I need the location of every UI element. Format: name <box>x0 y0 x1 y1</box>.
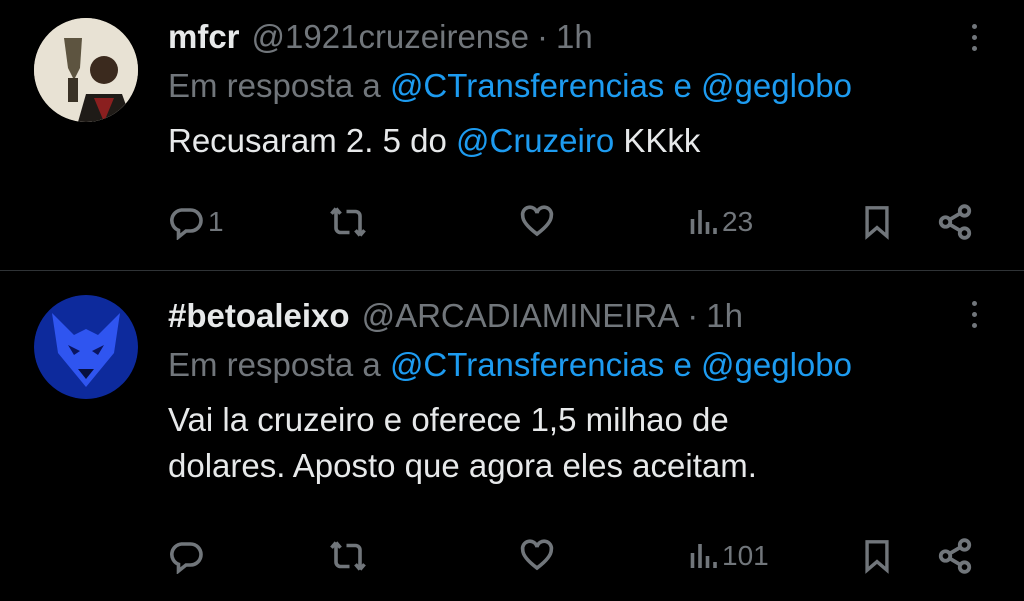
share-icon <box>938 204 972 240</box>
tweet-text-part: KKkk <box>614 122 701 159</box>
bookmark-button[interactable] <box>860 202 894 242</box>
bookmark-icon <box>865 540 889 574</box>
display-name[interactable]: #betoaleixo <box>168 297 350 335</box>
reply-prefix: Em resposta a <box>168 346 381 383</box>
tweet-content: mfcr @1921cruzeirense · 1h Em resposta a… <box>168 14 984 164</box>
avatar-image <box>34 295 138 399</box>
reply-context: Em resposta a @CTransferencias e @geglob… <box>168 339 984 391</box>
bookmark-button[interactable] <box>860 536 894 576</box>
views-icon <box>690 210 717 234</box>
mention-cruzeiro[interactable]: @Cruzeiro <box>456 122 614 159</box>
reply-button[interactable] <box>168 536 208 576</box>
share-icon <box>938 538 972 574</box>
views-count: 101 <box>722 540 769 571</box>
display-name[interactable]: mfcr <box>168 18 240 56</box>
reply-mention-ctransferencias[interactable]: @CTransferencias <box>390 67 664 104</box>
timestamp[interactable]: 1h <box>706 297 743 335</box>
reply-icon <box>170 542 203 574</box>
reply-mention-geglobo[interactable]: @geglobo <box>701 67 852 104</box>
reply-button[interactable]: 1 <box>168 202 224 242</box>
tweet-text-line: Vai la cruzeiro e oferece 1,5 milhao de <box>168 401 729 438</box>
retweet-icon <box>330 207 366 237</box>
retweet-button[interactable] <box>328 202 372 242</box>
share-button[interactable] <box>936 536 974 576</box>
views-button[interactable]: 101 <box>688 536 769 576</box>
separator-dot: · <box>537 18 549 55</box>
share-button[interactable] <box>936 202 974 242</box>
user-handle[interactable]: @ARCADIAMINEIRA <box>362 297 680 335</box>
heart-icon <box>520 205 554 237</box>
tweet-text: Recusaram 2. 5 do @Cruzeiro KKkk <box>168 118 984 164</box>
tweet[interactable]: #betoaleixo @ARCADIAMINEIRA · 1h Em resp… <box>0 271 1024 601</box>
views-button[interactable]: 23 <box>688 202 753 242</box>
avatar-image <box>34 18 138 122</box>
bookmark-icon <box>865 206 889 240</box>
tweet-text-part: Recusaram 2. 5 do <box>168 122 456 159</box>
tweet-text-line: dolares. Aposto que agora eles aceitam. <box>168 447 757 484</box>
views-count: 23 <box>722 206 754 237</box>
tweet-header: mfcr @1921cruzeirense · 1h <box>168 14 984 60</box>
tweet[interactable]: mfcr @1921cruzeirense · 1h Em resposta a… <box>0 0 1024 270</box>
tweet-text: Vai la cruzeiro e oferece 1,5 milhao de … <box>168 397 984 489</box>
more-options-icon[interactable] <box>968 24 980 60</box>
timestamp[interactable]: 1h <box>556 18 593 56</box>
retweet-button[interactable] <box>328 536 372 576</box>
reply-mention-geglobo[interactable]: @geglobo <box>701 346 852 383</box>
reply-icon <box>170 208 203 240</box>
reply-conjunction: e <box>673 346 692 383</box>
user-handle[interactable]: @1921cruzeirense <box>252 18 530 56</box>
tweet-header: #betoaleixo @ARCADIAMINEIRA · 1h <box>168 293 984 339</box>
like-button[interactable] <box>518 202 560 242</box>
reply-mention-ctransferencias[interactable]: @CTransferencias <box>390 346 664 383</box>
separator-dot: · <box>687 297 699 334</box>
more-options-icon[interactable] <box>968 301 980 337</box>
reply-conjunction: e <box>673 67 692 104</box>
retweet-icon <box>330 541 366 571</box>
reply-prefix: Em resposta a <box>168 67 381 104</box>
reply-context: Em resposta a @CTransferencias e @geglob… <box>168 60 984 112</box>
tweet-content: #betoaleixo @ARCADIAMINEIRA · 1h Em resp… <box>168 293 984 489</box>
views-icon <box>690 544 717 568</box>
tweet-actions: 101 <box>168 536 984 576</box>
heart-icon <box>520 539 554 571</box>
like-button[interactable] <box>518 536 560 576</box>
reply-count: 1 <box>208 206 224 237</box>
avatar[interactable] <box>34 295 138 399</box>
tweet-actions: 1 23 <box>168 202 984 242</box>
avatar[interactable] <box>34 18 138 122</box>
